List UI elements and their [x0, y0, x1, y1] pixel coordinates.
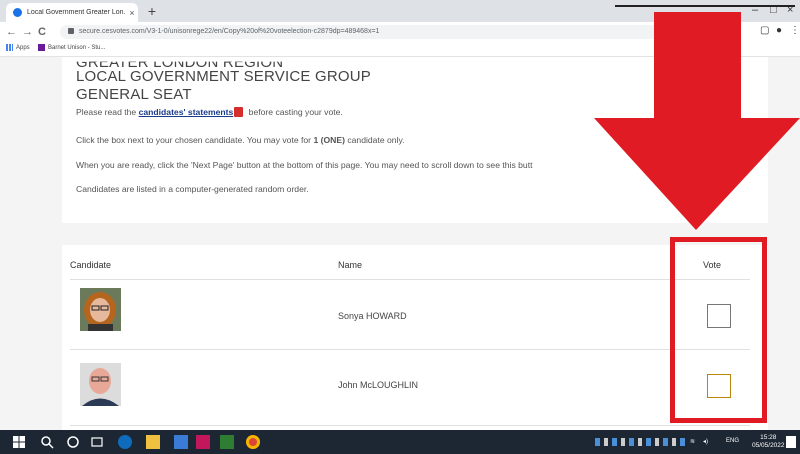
seat-heading: GENERAL SEAT — [76, 86, 192, 103]
candidate-photo — [80, 288, 121, 331]
reload-button[interactable]: C — [38, 25, 46, 39]
browser-tab-bar: Local Government Greater Lon... × + – □ … — [0, 0, 800, 22]
app-icon[interactable] — [196, 435, 210, 449]
url-bar[interactable]: secure.cesvotes.com/V3-1-0/unisonrege22/… — [60, 25, 660, 39]
language-indicator[interactable]: ENG — [726, 438, 739, 444]
new-tab-button[interactable]: + — [144, 3, 160, 19]
row-divider — [70, 279, 750, 280]
ballot-instructions-card: GREATER LONDON REGION LOCAL GOVERNMENT S… — [62, 57, 768, 223]
profile-icon[interactable]: ● — [776, 25, 782, 36]
mail-icon[interactable] — [174, 435, 188, 449]
clock-time: 15:28 — [760, 434, 777, 441]
url-text: secure.cesvotes.com/V3-1-0/unisonrege22/… — [79, 28, 380, 35]
apps-grid-icon — [6, 44, 13, 51]
bookmark-barnet-unison[interactable]: Barnet Unison - Stu... — [38, 44, 105, 51]
bookmark-label: Apps — [16, 44, 30, 51]
address-bar-row: ← → C secure.cesvotes.com/V3-1-0/unisonr… — [0, 22, 800, 42]
candidate-photo — [80, 363, 121, 406]
candidates-statements-link[interactable]: candidates' statements — [139, 107, 234, 117]
browser-tab[interactable]: Local Government Greater Lon... × — [6, 3, 138, 22]
column-header-candidate: Candidate — [70, 260, 112, 270]
vote-instruction: Click the box next to your chosen candid… — [76, 135, 405, 145]
taskbar-clock[interactable]: 15:28 05/05/2022 — [752, 434, 785, 450]
random-order-note: Candidates are listed in a computer-gene… — [76, 184, 309, 194]
next-page-instruction: When you are ready, click the 'Next Page… — [76, 160, 533, 170]
row-divider — [70, 425, 750, 426]
notifications-icon[interactable] — [786, 436, 796, 448]
cortana-icon[interactable] — [66, 435, 80, 449]
app-icon[interactable] — [220, 435, 234, 449]
site-favicon-icon — [13, 8, 22, 17]
candidates-table: Candidate Name Vote Sonya HOWARD John Mc… — [62, 245, 768, 430]
windows-taskbar: ≋ ◂) ENG 15:28 05/05/2022 — [0, 430, 800, 454]
bookmark-label: Barnet Unison - Stu... — [48, 44, 106, 51]
extension-icon[interactable]: ▢ — [760, 25, 769, 36]
read-statements-text: Please read the candidates' statements b… — [76, 107, 343, 117]
clock-date: 05/05/2022 — [752, 442, 785, 449]
close-tab-icon[interactable]: × — [126, 8, 138, 18]
windows-start-icon[interactable] — [12, 435, 26, 449]
candidate-name: Sonya HOWARD — [338, 311, 407, 321]
menu-icon[interactable]: ⋮ — [790, 25, 800, 36]
row-divider — [70, 349, 750, 350]
pdf-icon — [234, 107, 244, 117]
bookmarks-bar: Apps Barnet Unison - Stu... — [0, 42, 800, 57]
lock-icon — [68, 28, 74, 35]
back-button[interactable]: ← — [6, 25, 17, 39]
wifi-icon[interactable]: ≋ — [690, 438, 695, 445]
volume-icon[interactable]: ◂) — [703, 438, 708, 445]
unison-logo-icon — [38, 44, 45, 51]
task-view-icon[interactable] — [90, 435, 104, 449]
search-icon[interactable] — [40, 435, 54, 449]
tab-title: Local Government Greater Lon... — [27, 9, 126, 16]
vote-column-highlight-box — [670, 237, 767, 423]
bookmark-apps[interactable]: Apps — [6, 44, 30, 51]
candidate-name: John McLOUGHLIN — [338, 380, 419, 390]
column-header-name: Name — [338, 260, 363, 270]
system-tray-icons[interactable] — [595, 438, 685, 446]
cropped-heading-underline — [615, 5, 795, 7]
chrome-icon[interactable] — [246, 435, 260, 449]
file-explorer-icon[interactable] — [146, 435, 160, 449]
forward-button[interactable]: → — [22, 25, 33, 39]
group-heading: LOCAL GOVERNMENT SERVICE GROUP — [76, 68, 371, 85]
edge-browser-icon[interactable] — [118, 435, 132, 449]
